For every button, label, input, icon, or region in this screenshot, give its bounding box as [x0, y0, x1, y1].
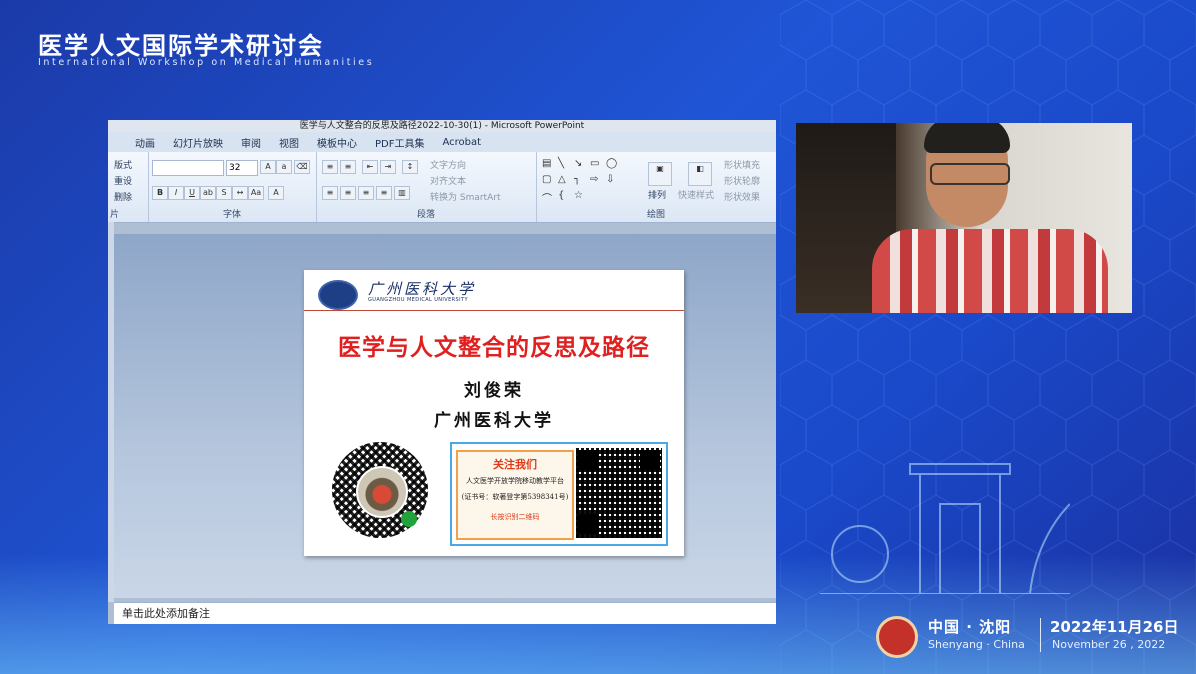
slide[interactable]: 广州医科大学 GUANGZHOU MEDICAL UNIVERSITY 医学与人…: [304, 270, 684, 556]
layout-button[interactable]: 版式: [114, 158, 132, 171]
speaker-shirt: [872, 229, 1108, 313]
font-group-label: 字体: [222, 210, 241, 220]
follow-us-title: 关注我们: [493, 458, 537, 471]
header-divider: [304, 310, 684, 311]
paragraph-group: ≡ ≡ ⇤ ⇥ ↕ ≡ ≡ ≡ ≡ ▥ 文字方向 对齐文本 转换为 SmartA…: [316, 152, 537, 222]
bold-icon[interactable]: B: [152, 186, 168, 200]
tab-animation[interactable]: 动画: [126, 135, 164, 150]
align-right-icon[interactable]: ≡: [358, 186, 374, 200]
font-size-box[interactable]: 32: [226, 160, 258, 176]
shape-outline-button[interactable]: 形状轮廓: [724, 174, 760, 187]
slides-group-label: 片: [110, 210, 120, 220]
tab-view[interactable]: 视图: [270, 135, 308, 150]
line-shape-icon[interactable]: ╲: [558, 158, 564, 169]
line-spacing-icon[interactable]: ↕: [402, 160, 418, 174]
arrow-shape-icon[interactable]: ↘: [574, 158, 582, 169]
decrease-indent-icon[interactable]: ⇤: [362, 160, 378, 174]
event-subtitle: International Workshop on Medical Humani…: [38, 57, 375, 68]
numbering-icon[interactable]: ≡: [340, 160, 356, 174]
font-name-box[interactable]: [152, 160, 224, 176]
right-arrow-shape-icon[interactable]: ⇨: [590, 174, 598, 185]
powerpoint-window: 医学与人文整合的反思及路径2022-10-30(1) - Microsoft P…: [108, 120, 776, 624]
shape-effects-button[interactable]: 形状效果: [724, 190, 760, 203]
paragraph-group-label: 段落: [416, 210, 435, 220]
drawing-group: ▤ ╲ ↘ ▭ ◯ ▢ △ ┐ ⇨ ⇩ ⌒ { ☆ ▣ 排列 ◧ 快速样式 形状…: [536, 152, 776, 222]
curve-shape-icon[interactable]: ⌒: [542, 190, 552, 205]
arrange-icon[interactable]: ▣: [648, 162, 672, 186]
convert-smartart-button[interactable]: 转换为 SmartArt: [430, 190, 500, 203]
speaker-video: [796, 123, 1132, 313]
rounded-rect-shape-icon[interactable]: ▢: [542, 174, 551, 185]
font-color-icon[interactable]: A: [268, 186, 284, 200]
slide-author: 刘俊荣: [464, 381, 524, 401]
location-cn: 中国 · 沈阳: [928, 618, 1012, 636]
align-center-icon[interactable]: ≡: [340, 186, 356, 200]
mini-program-icon: [401, 511, 417, 527]
slide-institution: 广州医科大学: [434, 411, 554, 431]
delete-button[interactable]: 删除: [114, 190, 132, 203]
justify-icon[interactable]: ≡: [376, 186, 392, 200]
textbox-shape-icon[interactable]: ▤: [542, 158, 551, 169]
char-spacing-icon[interactable]: ↔: [232, 186, 248, 200]
bullets-icon[interactable]: ≡: [322, 160, 338, 174]
conference-seal-icon: [876, 616, 918, 658]
date-cn: 2022年11月26日: [1050, 618, 1179, 636]
speaker-hair: [924, 123, 1010, 153]
follow-us-panel: 关注我们 人文医学开放学院移动教学平台 (证书号：软著登字第5398341号) …: [450, 442, 668, 546]
align-text-button[interactable]: 对齐文本: [430, 174, 466, 187]
grow-font-icon[interactable]: A: [260, 160, 276, 174]
tab-template-center[interactable]: 模板中心: [308, 135, 366, 150]
platform-name: 人文医学开放学院移动教学平台: [466, 477, 564, 485]
quick-styles-icon[interactable]: ◧: [688, 162, 712, 186]
shape-fill-button[interactable]: 形状填充: [724, 158, 760, 171]
slides-group: 版式 重设 删除 片: [108, 152, 149, 222]
columns-icon[interactable]: ▥: [394, 186, 410, 200]
drawing-group-label: 绘图: [646, 210, 665, 220]
follow-us-card: 关注我们 人文医学开放学院移动教学平台 (证书号：软著登字第5398341号) …: [456, 450, 574, 540]
speaker-glasses: [930, 163, 1010, 185]
italic-icon[interactable]: I: [168, 186, 184, 200]
increase-indent-icon[interactable]: ⇥: [380, 160, 396, 174]
align-left-icon[interactable]: ≡: [322, 186, 338, 200]
certificate-number: (证书号：软著登字第5398341号): [461, 493, 569, 501]
reset-button[interactable]: 重设: [114, 174, 132, 187]
rectangle-shape-icon[interactable]: ▭: [590, 158, 599, 169]
shrink-font-icon[interactable]: a: [276, 160, 292, 174]
notes-pane[interactable]: 单击此处添加备注: [114, 602, 776, 624]
underline-icon[interactable]: U: [184, 186, 200, 200]
star-shape-icon[interactable]: ☆: [574, 190, 583, 201]
date-en: November 26 , 2022: [1052, 638, 1166, 651]
event-title: 医学人文国际学术研讨会: [38, 32, 324, 60]
location-en: Shenyang · China: [928, 638, 1025, 651]
wechat-qr-code: [576, 448, 662, 538]
quick-styles-button[interactable]: 快速样式: [678, 188, 714, 201]
university-logo: [318, 280, 358, 310]
slide-title: 医学与人文整合的反思及路径: [338, 335, 650, 361]
window-title: 医学与人文整合的反思及路径2022-10-30(1) - Microsoft P…: [108, 120, 776, 132]
university-name-en: GUANGZHOU MEDICAL UNIVERSITY: [368, 297, 468, 303]
university-name-logo: 广州医科大学: [368, 280, 477, 298]
shadow-icon[interactable]: S: [216, 186, 232, 200]
oval-shape-icon[interactable]: ◯: [606, 158, 617, 169]
brace-shape-icon[interactable]: {: [558, 190, 564, 201]
tab-review[interactable]: 审阅: [232, 135, 270, 150]
tab-pdf-tools[interactable]: PDF工具集: [366, 135, 433, 150]
text-direction-button[interactable]: 文字方向: [430, 158, 466, 171]
tab-slideshow[interactable]: 幻灯片放映: [164, 135, 232, 150]
connector-shape-icon[interactable]: ┐: [574, 174, 580, 185]
font-group: 32 A a ⌫ B I U ab S ↔ Aa A 字体: [148, 152, 317, 222]
city-skyline-illustration: [820, 463, 1070, 594]
triangle-shape-icon[interactable]: △: [558, 174, 566, 185]
scan-instruction: 长按识别二维码: [490, 513, 540, 521]
qr-center-photo: [356, 466, 408, 518]
footer-divider: [1040, 618, 1041, 652]
ribbon: 版式 重设 删除 片 32 A a ⌫ B I U ab S ↔ Aa A 字体…: [108, 152, 776, 223]
strikethrough-icon[interactable]: ab: [200, 186, 216, 200]
tab-acrobat[interactable]: Acrobat: [433, 137, 490, 148]
arrange-button[interactable]: 排列: [648, 188, 666, 201]
ribbon-tabs: 动画 幻灯片放映 审阅 视图 模板中心 PDF工具集 Acrobat: [108, 132, 776, 152]
down-arrow-shape-icon[interactable]: ⇩: [606, 174, 614, 185]
clear-format-icon[interactable]: ⌫: [294, 160, 310, 174]
change-case-icon[interactable]: Aa: [248, 186, 264, 200]
